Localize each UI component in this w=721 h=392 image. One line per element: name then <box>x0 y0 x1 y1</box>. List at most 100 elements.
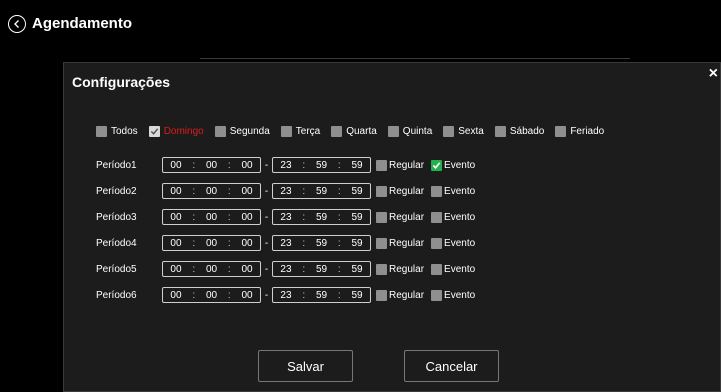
day-label: Quarta <box>346 126 377 137</box>
day-option[interactable]: Domingo <box>148 126 204 137</box>
time-segment[interactable]: 00 <box>170 238 181 249</box>
time-segment[interactable]: 00 <box>206 290 217 301</box>
evento-option[interactable]: Evento <box>431 211 475 223</box>
back-arrow-icon[interactable] <box>8 15 26 33</box>
evento-option[interactable]: Evento <box>431 237 475 249</box>
time-segment[interactable]: 23 <box>280 290 291 301</box>
time-segment[interactable]: 59 <box>351 264 362 275</box>
regular-checkbox[interactable] <box>376 237 387 249</box>
day-checkbox[interactable] <box>555 126 567 137</box>
evento-option[interactable]: Evento <box>431 289 475 301</box>
time-separator: : <box>302 289 306 301</box>
end-time-field[interactable]: 23:59:59 <box>272 209 371 225</box>
time-segment[interactable]: 59 <box>316 264 327 275</box>
end-time-field[interactable]: 23:59:59 <box>272 157 371 173</box>
time-segment[interactable]: 00 <box>241 212 252 223</box>
time-segment[interactable]: 59 <box>351 160 362 171</box>
evento-label: Evento <box>444 263 476 275</box>
end-time-field[interactable]: 23:59:59 <box>272 235 371 251</box>
time-segment[interactable]: 23 <box>280 186 291 197</box>
day-checkbox[interactable] <box>280 126 292 137</box>
day-checkbox[interactable] <box>331 126 343 137</box>
start-time-field[interactable]: 00:00:00 <box>162 183 261 199</box>
regular-option[interactable]: Regular <box>376 237 424 249</box>
day-option[interactable]: Quarta <box>331 126 377 137</box>
evento-checkbox[interactable] <box>431 263 443 275</box>
time-segment[interactable]: 00 <box>170 290 181 301</box>
time-segment[interactable]: 00 <box>241 264 252 275</box>
time-segment[interactable]: 59 <box>316 238 327 249</box>
time-segment[interactable]: 00 <box>170 212 181 223</box>
time-segment[interactable]: 00 <box>241 290 252 301</box>
period-label: Período1 <box>96 159 137 171</box>
start-time-field[interactable]: 00:00:00 <box>162 287 261 303</box>
start-time-field[interactable]: 00:00:00 <box>162 235 261 251</box>
time-segment[interactable]: 00 <box>241 160 252 171</box>
evento-checkbox[interactable] <box>431 237 443 249</box>
regular-checkbox[interactable] <box>376 185 387 197</box>
regular-checkbox[interactable] <box>376 159 387 171</box>
day-checkbox[interactable] <box>214 126 226 137</box>
time-segment[interactable]: 59 <box>351 186 362 197</box>
evento-option[interactable]: Evento <box>431 159 475 171</box>
day-option[interactable]: Terça <box>280 126 320 137</box>
time-segment[interactable]: 00 <box>206 186 217 197</box>
time-segment[interactable]: 59 <box>316 186 327 197</box>
cancel-button[interactable]: Cancelar <box>404 350 499 382</box>
end-time-field[interactable]: 23:59:59 <box>272 183 371 199</box>
time-segment[interactable]: 23 <box>280 160 291 171</box>
time-segment[interactable]: 00 <box>206 264 217 275</box>
time-segment[interactable]: 59 <box>351 212 362 223</box>
regular-checkbox[interactable] <box>376 289 387 301</box>
regular-option[interactable]: Regular <box>376 263 424 275</box>
start-time-field[interactable]: 00:00:00 <box>162 209 261 225</box>
day-option[interactable]: Quinta <box>387 126 432 137</box>
time-segment[interactable]: 23 <box>280 212 291 223</box>
day-checkbox[interactable] <box>148 126 160 137</box>
end-time-field[interactable]: 23:59:59 <box>272 261 371 277</box>
day-checkbox[interactable] <box>494 126 506 137</box>
regular-checkbox[interactable] <box>376 263 387 275</box>
evento-checkbox[interactable] <box>431 185 443 197</box>
evento-option[interactable]: Evento <box>431 263 476 275</box>
time-segment[interactable]: 00 <box>206 160 217 171</box>
save-button[interactable]: Salvar <box>258 350 353 382</box>
time-segment[interactable]: 00 <box>206 238 217 249</box>
start-time-field[interactable]: 00:00:00 <box>162 261 261 277</box>
day-option[interactable]: Segunda <box>214 126 270 137</box>
time-segment[interactable]: 00 <box>241 238 252 249</box>
day-checkbox[interactable] <box>443 126 455 137</box>
time-segment[interactable]: 00 <box>170 264 181 275</box>
time-segment[interactable]: 59 <box>316 212 327 223</box>
regular-option[interactable]: Regular <box>376 159 424 171</box>
regular-option[interactable]: Regular <box>376 211 424 223</box>
evento-checkbox[interactable] <box>431 159 443 171</box>
evento-checkbox[interactable] <box>431 211 443 223</box>
time-segment[interactable]: 23 <box>280 238 291 249</box>
time-segment[interactable]: 59 <box>316 160 327 171</box>
close-icon[interactable]: × <box>709 66 718 82</box>
evento-option[interactable]: Evento <box>431 185 475 197</box>
day-checkbox[interactable] <box>96 126 107 137</box>
evento-checkbox[interactable] <box>431 289 443 301</box>
day-option[interactable]: Todos <box>96 126 138 137</box>
time-segment[interactable]: 59 <box>351 290 362 301</box>
end-time-field[interactable]: 23:59:59 <box>272 287 371 303</box>
time-segment[interactable]: 00 <box>241 186 252 197</box>
time-segment[interactable]: 00 <box>206 212 217 223</box>
time-segment[interactable]: 59 <box>316 290 327 301</box>
time-segment[interactable]: 00 <box>170 160 181 171</box>
time-segment[interactable]: 00 <box>170 186 181 197</box>
day-option[interactable]: Feriado <box>555 126 604 137</box>
regular-checkbox[interactable] <box>376 211 387 223</box>
period-row: Período4 00:00:00-23:59:59 Regular Evento <box>96 235 475 251</box>
day-option[interactable]: Sexta <box>443 126 484 137</box>
regular-option[interactable]: Regular <box>376 289 424 301</box>
time-segment[interactable]: 59 <box>351 238 362 249</box>
regular-option[interactable]: Regular <box>376 185 424 197</box>
time-segment[interactable]: 23 <box>280 264 291 275</box>
day-option[interactable]: Sábado <box>494 126 544 137</box>
start-time-field[interactable]: 00:00:00 <box>162 157 261 173</box>
day-checkbox[interactable] <box>387 126 399 137</box>
time-separator: : <box>227 211 231 223</box>
